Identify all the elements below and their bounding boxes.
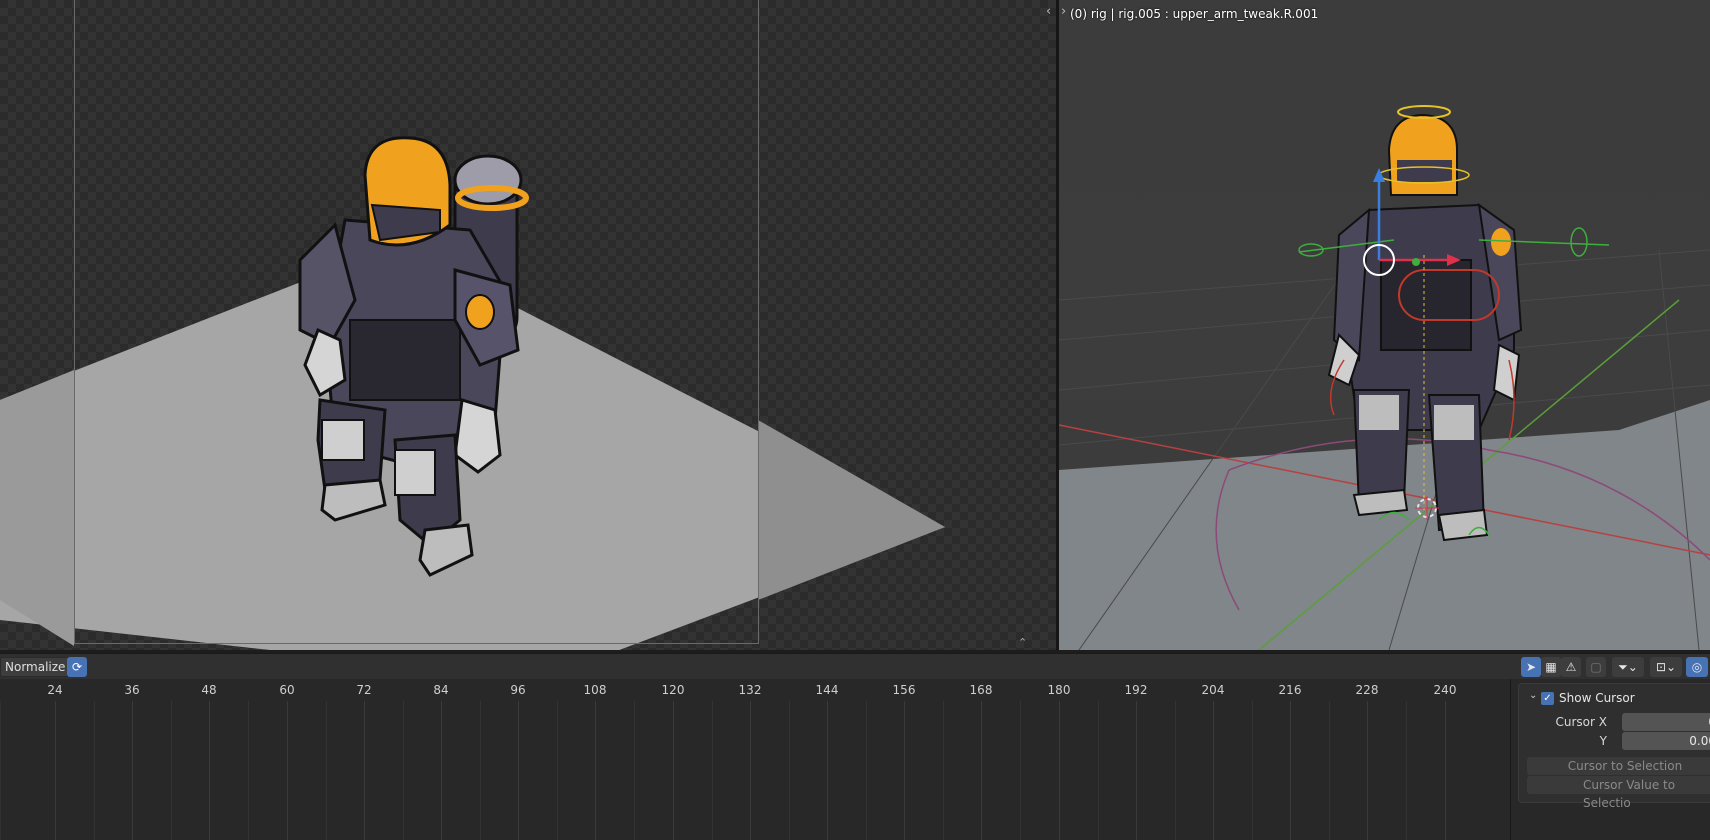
grid-line: [1367, 701, 1368, 840]
frame-tick-label: 48: [201, 683, 217, 697]
cursor-y-label: Y: [1599, 734, 1607, 748]
grid-line-minor: [1406, 701, 1407, 840]
grid-line-minor: [1098, 701, 1099, 840]
grid-line-minor: [1175, 701, 1176, 840]
grid-line: [1290, 701, 1291, 840]
floor-shadow-left: [0, 370, 74, 646]
frame-tick-label: 120: [661, 683, 685, 697]
grid-line: [673, 701, 674, 840]
grid-line: [981, 701, 982, 840]
grid-line: [1059, 701, 1060, 840]
frame-tick-label: 36: [124, 683, 140, 697]
frame-tick-label: 216: [1278, 683, 1302, 697]
frame-tick-label: 144: [815, 683, 839, 697]
camera-frame: [74, 0, 759, 644]
grid-line-minor: [171, 701, 172, 840]
box-select-icon[interactable]: ▦: [1541, 657, 1561, 677]
show-cursor-label[interactable]: Show Cursor: [1559, 691, 1635, 705]
frame-tick-label: 204: [1201, 683, 1225, 697]
grid-line-minor: [248, 701, 249, 840]
grid-line: [441, 701, 442, 840]
grid-line: [827, 701, 828, 840]
frame-tick-label: 96: [510, 683, 526, 697]
collapse-left-icon[interactable]: ‹: [1046, 4, 1051, 19]
frame-tick-label: 156: [892, 683, 916, 697]
dopesheet-header: Normalize ⟳ ➤ ▦ ⚠ ▢ ⏷⌄ ⊡⌄ ◎: [0, 653, 1710, 679]
viewport-3d[interactable]: [1059, 0, 1710, 650]
frame-tick-label: 192: [1124, 683, 1148, 697]
grid-line-minor: [634, 701, 635, 840]
dopesheet-grid[interactable]: [0, 701, 1510, 840]
cursor-y-field[interactable]: 0.00: [1622, 732, 1710, 750]
viewport-scene: [1059, 105, 1710, 650]
grid-line-minor: [557, 701, 558, 840]
chevron-down-icon[interactable]: ⌄: [1529, 690, 1537, 701]
grid-line-minor: [1252, 701, 1253, 840]
grid-line-minor: [480, 701, 481, 840]
cursor-x-field[interactable]: 0: [1622, 713, 1710, 731]
cursor-to-selection-button[interactable]: Cursor to Selection: [1527, 757, 1710, 775]
frame-tick-label: 168: [969, 683, 993, 697]
frame-tick-label: 72: [356, 683, 372, 697]
frame-tick-label: 132: [738, 683, 762, 697]
filter-icon[interactable]: ⏷⌄: [1612, 657, 1644, 677]
snap-icon[interactable]: ⊡⌄: [1650, 657, 1682, 677]
viewport-info-text: (0) rig | rig.005 : upper_arm_tweak.R.00…: [1070, 7, 1319, 21]
frame-tick-label: 180: [1047, 683, 1071, 697]
warning-icon[interactable]: ⚠: [1561, 657, 1581, 677]
grid-line: [904, 701, 905, 840]
grid-line: [55, 701, 56, 840]
view-panel: ⌄ ✓ Show Cursor Cursor X 0 Y 0.00 Cursor…: [1518, 683, 1710, 810]
grid-line: [1445, 701, 1446, 840]
show-cursor-checkbox[interactable]: ✓: [1541, 692, 1554, 705]
grid-line-minor: [1020, 701, 1021, 840]
grid-line-minor: [866, 701, 867, 840]
grid-line: [518, 701, 519, 840]
grid-line-minor: [712, 701, 713, 840]
lock-view-icon[interactable]: ▢: [1586, 657, 1606, 677]
select-arrow-icon[interactable]: ➤: [1521, 657, 1541, 677]
grid-line: [1136, 701, 1137, 840]
expand-right-icon[interactable]: ›: [1061, 4, 1066, 19]
grid-line: [132, 701, 133, 840]
frame-tick-label: 24: [47, 683, 63, 697]
grid-line: [287, 701, 288, 840]
frame-tick-label: 84: [433, 683, 449, 697]
grid-line-minor: [94, 701, 95, 840]
chevron-up-icon[interactable]: ⌃: [1018, 636, 1027, 649]
sidebar: ⌄ ✓ Show Cursor Cursor X 0 Y 0.00 Cursor…: [1510, 679, 1710, 840]
frame-tick-label: 240: [1433, 683, 1457, 697]
grid-line: [209, 701, 210, 840]
frame-tick-label: 228: [1355, 683, 1379, 697]
proportional-icon[interactable]: ◎: [1686, 657, 1708, 677]
grid-line-minor: [1329, 701, 1330, 840]
grid-line: [364, 701, 365, 840]
grid-line-minor: [943, 701, 944, 840]
cursor-x-label: Cursor X: [1555, 715, 1607, 729]
normalize-button[interactable]: Normalize: [0, 657, 71, 677]
grid-line: [1213, 701, 1214, 840]
grid-line: [750, 701, 751, 840]
grid-line-minor: [403, 701, 404, 840]
cursor-value-to-selection-button[interactable]: Cursor Value to Selectio: [1527, 776, 1710, 810]
render-viewport[interactable]: ⌃: [0, 0, 1056, 650]
floor-shadow-right: [758, 420, 945, 600]
grid-line-minor: [326, 701, 327, 840]
grid-line: [595, 701, 596, 840]
grid-line-minor: [789, 701, 790, 840]
frame-tick-label: 108: [583, 683, 607, 697]
frame-tick-label: 60: [279, 683, 295, 697]
refresh-icon[interactable]: ⟳: [67, 657, 87, 677]
